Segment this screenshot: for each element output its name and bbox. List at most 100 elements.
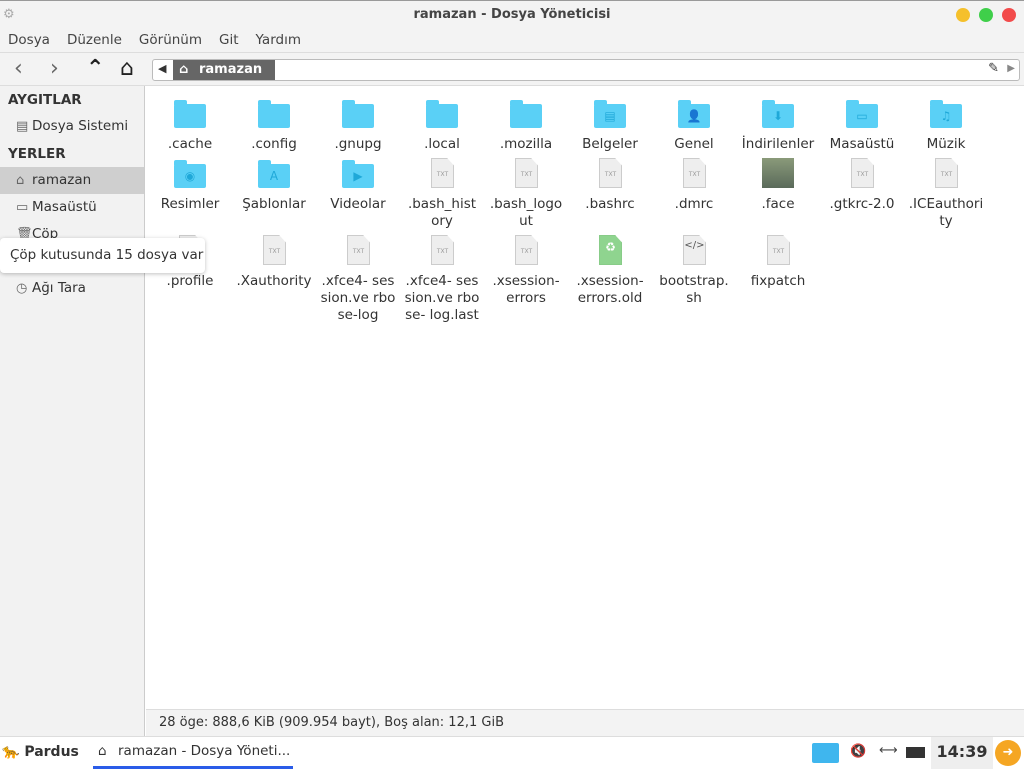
file-item[interactable]: TXT .Xauthority bbox=[232, 232, 316, 324]
path-left-arrow-icon[interactable]: ◀ bbox=[158, 62, 166, 75]
file-name: İndirilenler bbox=[741, 136, 815, 152]
back-icon[interactable]: ‹ bbox=[14, 57, 23, 81]
file-item[interactable]: .mozilla bbox=[484, 95, 568, 153]
file-item[interactable]: .local bbox=[400, 95, 484, 153]
clock[interactable]: 14:39 bbox=[931, 737, 993, 769]
menu-dosya[interactable]: Dosya bbox=[8, 28, 58, 52]
file-item[interactable]: TXT .gtkrc-2.0 bbox=[820, 155, 904, 230]
sidebar-item-dosya-sistemi[interactable]: ▤ Dosya Sistemi bbox=[0, 113, 144, 140]
file-item[interactable]: 👤 Genel bbox=[652, 95, 736, 153]
sidebar-item-ramazan[interactable]: ⌂ ramazan bbox=[0, 167, 144, 194]
pardus-logo-icon: 🐆 bbox=[2, 744, 20, 760]
folder-icon: ▤ bbox=[594, 98, 626, 130]
file-item[interactable]: .face bbox=[736, 155, 820, 230]
text-file-icon: TXT bbox=[762, 235, 794, 267]
file-item[interactable]: .config bbox=[232, 95, 316, 153]
file-item[interactable]: ♫ Müzik bbox=[904, 95, 988, 153]
script-file-icon: </> bbox=[678, 235, 710, 267]
file-name: .mozilla bbox=[499, 136, 553, 152]
file-name: .xsession- errors.old bbox=[576, 273, 644, 306]
file-item[interactable]: ▭ Masaüstü bbox=[820, 95, 904, 153]
network-icon[interactable]: ⟷ bbox=[879, 743, 898, 758]
sidebar: AYGITLAR ▤ Dosya Sistemi YERLER ⌂ ramazan … bbox=[0, 86, 145, 736]
file-item[interactable]: TXT .bashrc bbox=[568, 155, 652, 230]
folder-tray-icon[interactable] bbox=[812, 743, 839, 763]
breadcrumb-label: ramazan bbox=[199, 62, 263, 77]
taskbar: 🐆 Pardus ⌂ ramazan - Dosya Yöneti... 🔇 ⟷ … bbox=[0, 736, 1024, 769]
file-item[interactable]: TXT .bash_hist ory bbox=[400, 155, 484, 230]
menu-yardim[interactable]: Yardım bbox=[256, 28, 309, 52]
gear-icon[interactable]: ⚙ bbox=[3, 1, 15, 28]
text-file-icon: TXT bbox=[426, 235, 458, 267]
file-item[interactable]: ♻ .xsession- errors.old bbox=[568, 232, 652, 324]
file-view[interactable]: .cache .config .gnupg .local .mozilla ▤ Belgel… bbox=[146, 87, 1024, 709]
file-name: Belgeler bbox=[582, 136, 638, 152]
text-file-icon: TXT bbox=[930, 158, 962, 190]
toolbar: ‹ › ⌃ ⌂ ◀ ⌂ ramazan ✎ ▶ bbox=[0, 52, 1024, 86]
menu-git[interactable]: Git bbox=[219, 28, 247, 52]
volume-muted-icon[interactable]: 🔇 bbox=[850, 744, 866, 759]
file-item[interactable]: .cache bbox=[148, 95, 232, 153]
file-item[interactable]: TXT .xfce4- session.ve rbose-log bbox=[316, 232, 400, 324]
file-name: Resimler bbox=[160, 196, 220, 212]
maximize-button[interactable] bbox=[979, 8, 993, 22]
menu-gorunum[interactable]: Görünüm bbox=[139, 28, 210, 52]
text-file-icon: TXT bbox=[342, 235, 374, 267]
text-file-icon: TXT bbox=[846, 158, 878, 190]
file-item[interactable]: ⬇ İndirilenler bbox=[736, 95, 820, 153]
trash-tooltip: Çöp kutusunda 15 dosya var bbox=[0, 238, 205, 273]
home-icon[interactable]: ⌂ bbox=[120, 57, 134, 81]
folder-icon bbox=[342, 98, 374, 130]
file-item[interactable]: TXT .ICEauthori ty bbox=[904, 155, 988, 230]
text-file-icon: TXT bbox=[510, 235, 542, 267]
file-item[interactable]: TXT fixpatch bbox=[736, 232, 820, 324]
file-name: .config bbox=[251, 136, 297, 152]
battery-icon[interactable] bbox=[906, 747, 925, 758]
window-title: ramazan - Dosya Yöneticisi bbox=[413, 7, 611, 22]
drive-icon: ▤ bbox=[16, 119, 29, 134]
start-label: Pardus bbox=[24, 744, 79, 760]
menu-bar: Dosya Düzenle Görünüm Git Yardım bbox=[0, 28, 1024, 52]
recycle-file-icon: ♻ bbox=[594, 235, 626, 267]
path-bar[interactable]: ◀ ⌂ ramazan ✎ ▶ bbox=[152, 59, 1020, 81]
sidebar-item-agi-tara[interactable]: ◷ Ağı Tara bbox=[0, 275, 144, 302]
menu-duzenle[interactable]: Düzenle bbox=[67, 28, 130, 52]
folder-icon: ▭ bbox=[846, 98, 878, 130]
breadcrumb-ramazan[interactable]: ⌂ ramazan bbox=[173, 60, 275, 80]
forward-icon[interactable]: › bbox=[50, 57, 59, 81]
text-file-icon: TXT bbox=[258, 235, 290, 267]
taskbar-item-file-manager[interactable]: ⌂ ramazan - Dosya Yöneti... bbox=[93, 737, 293, 769]
file-item[interactable]: TXT .bash_logo ut bbox=[484, 155, 568, 230]
file-name: fixpatch bbox=[750, 273, 806, 289]
file-item[interactable]: TXT .xfce4- session.ve rbose- log.last bbox=[400, 232, 484, 324]
file-name: .xfce4- session.ve rbose-log bbox=[320, 273, 396, 323]
path-right-arrow-icon[interactable]: ▶ bbox=[1007, 63, 1015, 74]
file-item[interactable]: ◉ Resimler bbox=[148, 155, 232, 230]
file-name: Videolar bbox=[330, 196, 386, 212]
minimize-button[interactable] bbox=[956, 8, 970, 22]
up-icon[interactable]: ⌃ bbox=[86, 57, 104, 81]
file-name: Şablonlar bbox=[242, 196, 306, 212]
file-name: Müzik bbox=[926, 136, 966, 152]
file-name: .bashrc bbox=[585, 196, 635, 212]
close-button[interactable] bbox=[1002, 8, 1016, 22]
places-header: YERLER bbox=[8, 146, 66, 162]
edit-path-icon[interactable]: ✎ bbox=[988, 61, 999, 76]
logout-icon[interactable]: ➜ bbox=[995, 740, 1021, 766]
folder-icon: ◉ bbox=[174, 158, 206, 190]
folder-icon: A bbox=[258, 158, 290, 190]
file-name: .ICEauthori ty bbox=[908, 196, 984, 229]
file-item[interactable]: ▶ Videolar bbox=[316, 155, 400, 230]
file-item[interactable]: </> bootstrap. sh bbox=[652, 232, 736, 324]
file-item[interactable]: A Şablonlar bbox=[232, 155, 316, 230]
file-item[interactable]: .gnupg bbox=[316, 95, 400, 153]
file-item[interactable]: TXT .xsession- errors bbox=[484, 232, 568, 324]
file-item[interactable]: TXT .dmrc bbox=[652, 155, 736, 230]
file-name: .gnupg bbox=[334, 136, 382, 152]
sidebar-item-masaustu[interactable]: ▭ Masaüstü bbox=[0, 194, 144, 221]
start-menu-button[interactable]: 🐆 Pardus bbox=[2, 740, 79, 764]
text-file-icon: TXT bbox=[594, 158, 626, 190]
file-item[interactable]: ▤ Belgeler bbox=[568, 95, 652, 153]
network-icon: ◷ bbox=[16, 281, 28, 296]
sidebar-item-label: Dosya Sistemi bbox=[32, 118, 129, 134]
